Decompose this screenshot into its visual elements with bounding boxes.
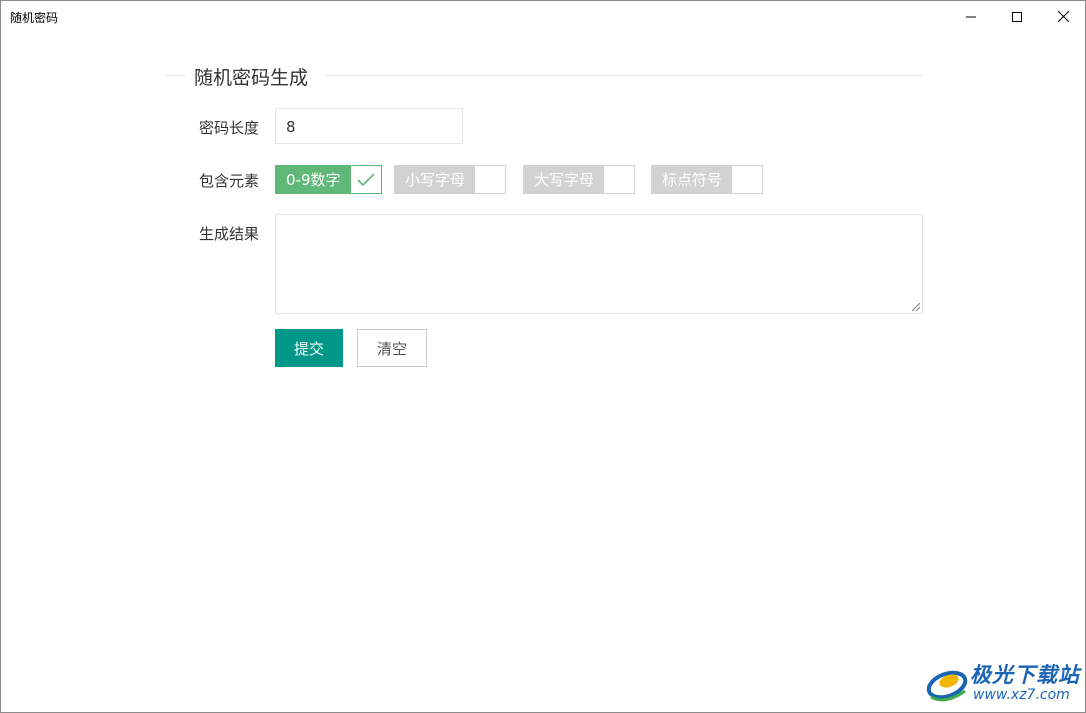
checkbox-uppercase-label: 大写字母 [524,166,605,193]
watermark-url: www.xz7.com [973,687,1070,703]
checkbox-uppercase-box [604,166,634,193]
result-textarea[interactable] [275,214,923,314]
maximize-icon [1012,11,1022,22]
watermark-title: 极光下载站 [970,663,1080,687]
password-length-input[interactable]: 8 [275,108,463,144]
resize-grip-icon[interactable] [912,303,920,311]
legend-divider-left [165,75,185,76]
checkbox-lowercase[interactable]: 小写字母 [394,165,507,194]
result-label: 生成结果 [198,225,259,243]
checkbox-punctuation-label: 标点符号 [652,166,733,193]
checkbox-digits-label: 0-9数字 [276,166,351,193]
checkmark-icon [351,166,381,193]
maximize-button[interactable] [994,1,1040,32]
checkbox-punctuation[interactable]: 标点符号 [651,165,764,194]
checkbox-punctuation-box [732,166,762,193]
checkbox-lowercase-label: 小写字母 [395,166,476,193]
clear-button[interactable]: 清空 [357,329,427,367]
checkbox-uppercase[interactable]: 大写字母 [523,165,636,194]
form-legend: 随机密码生成 [194,67,309,89]
password-length-label: 密码长度 [198,119,259,137]
swirl-logo-icon [926,670,968,702]
app-window: 随机密码 随机密码生成 密码长度 8 包含元素 0-9数字 小写字母 大写字母 … [0,0,1086,713]
legend-divider-right [325,75,923,76]
form-fieldset: 随机密码生成 [165,63,923,89]
watermark-logo: 极光下载站 www.xz7.com [925,657,1079,709]
include-elements-label: 包含元素 [198,172,259,190]
checkbox-digits[interactable]: 0-9数字 [275,165,382,194]
window-title: 随机密码 [10,11,59,25]
close-button[interactable] [1040,1,1086,32]
submit-button[interactable]: 提交 [275,329,343,367]
minimize-button[interactable] [948,1,994,32]
close-icon [1057,11,1069,22]
title-bar[interactable]: 随机密码 [1,1,1085,32]
checkbox-lowercase-box [475,166,505,193]
minimize-icon [966,16,976,17]
